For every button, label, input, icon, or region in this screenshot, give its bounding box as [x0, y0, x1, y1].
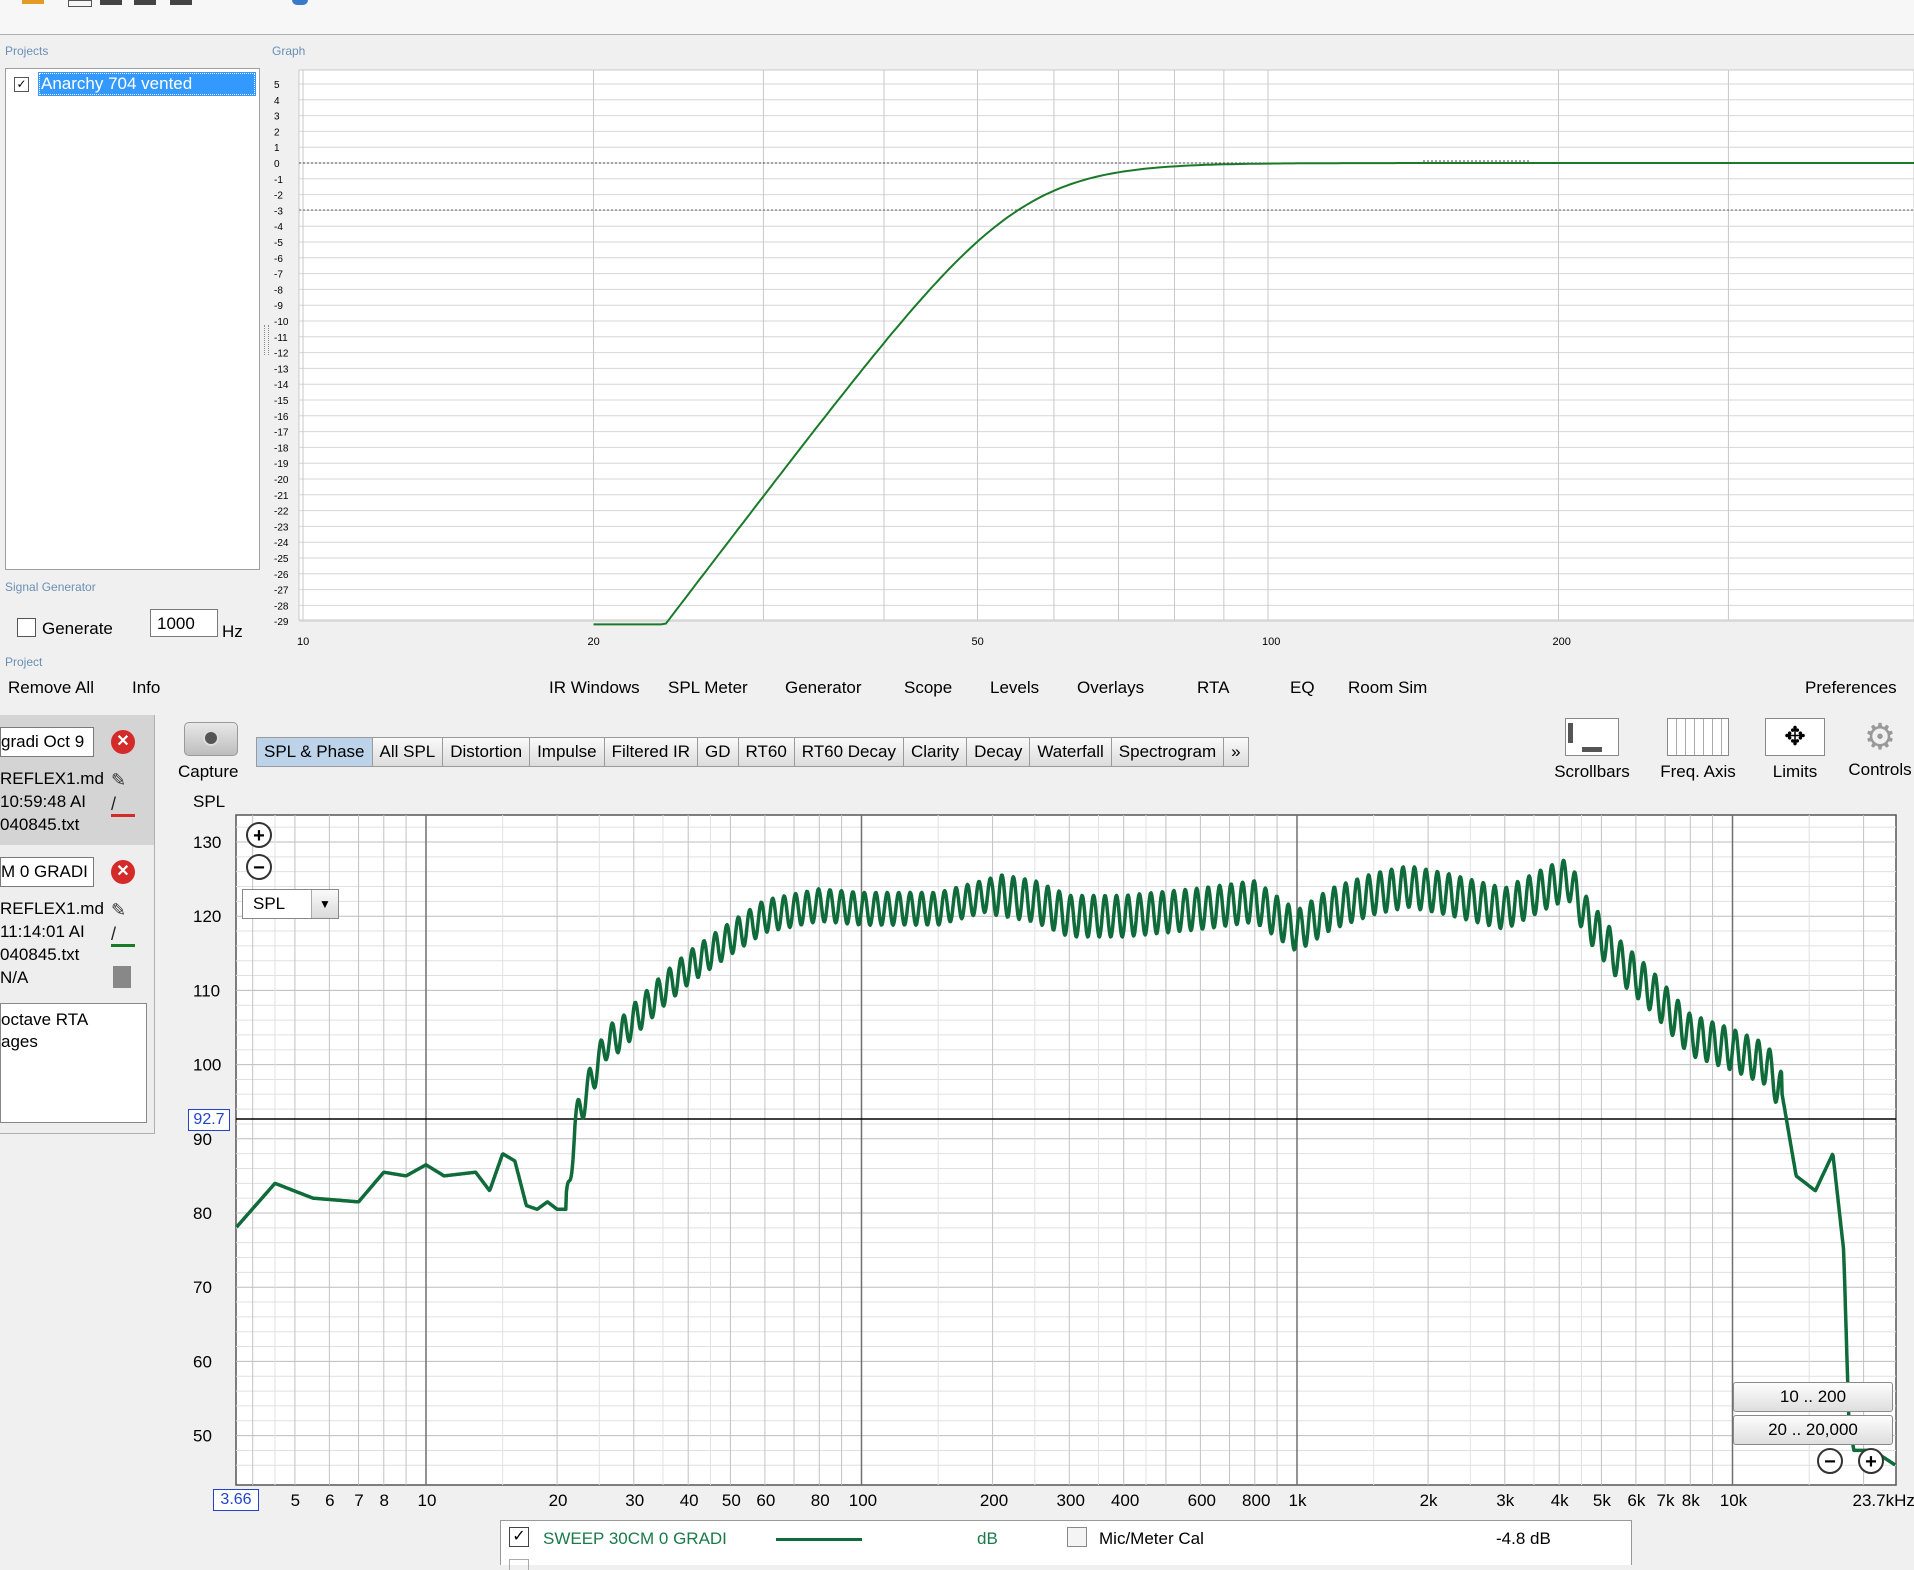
x-tick-label: 30: [625, 1491, 644, 1510]
x-tick-label: 1k: [1289, 1491, 1307, 1510]
y-tick-label: 130: [193, 833, 221, 852]
x-tick-label: 8: [380, 1491, 389, 1510]
spl-graph[interactable]: 130 120 110 100 90 80 70 60 50 5 6 78 10 20 30 40 50 60 8…: [0, 0, 1914, 1564]
spl-plot-background: [236, 815, 1896, 1485]
cursor-readout-y: 92.7: [188, 1109, 230, 1131]
spl-y-ticks: 130 120 110 100 90 80 70 60 50: [193, 833, 221, 1446]
spl-x-ticks: 5 6 78 10 20 30 40 50 60 80 100 200 300 400 600 800 1k 2k…: [291, 1491, 1914, 1510]
x-tick-label: 10: [418, 1491, 437, 1510]
zoom-in-x-icon[interactable]: +: [1858, 1448, 1884, 1474]
x-tick-label: 3k: [1496, 1491, 1514, 1510]
zoom-in-y-icon[interactable]: +: [246, 822, 272, 848]
x-tick-label: 8k: [1682, 1491, 1700, 1510]
x-tick-label: 5: [291, 1491, 300, 1510]
x-tick-label: 50: [722, 1491, 741, 1510]
trace-name: SWEEP 30CM 0 GRADI: [543, 1529, 727, 1549]
trace-checkbox[interactable]: ✓: [509, 1527, 529, 1547]
cursor-readout-x: 3.66: [213, 1489, 259, 1511]
x-tick-label: 60: [756, 1491, 775, 1510]
spl-type-value: SPL: [253, 894, 285, 914]
x-tick-label: 40: [680, 1491, 699, 1510]
y-tick-label: 60: [193, 1352, 212, 1371]
next-trace-checkbox[interactable]: [509, 1559, 529, 1570]
x-tick-label: 200: [980, 1491, 1008, 1510]
y-tick-label: 110: [193, 981, 220, 1000]
zoom-out-y-icon[interactable]: −: [246, 854, 272, 880]
x-tick-label: 600: [1188, 1491, 1216, 1510]
range-10-200-button[interactable]: 10 .. 200: [1733, 1382, 1893, 1412]
trace-unit: dB: [977, 1529, 998, 1549]
zoom-out-x-icon[interactable]: −: [1817, 1448, 1843, 1474]
range-20-20000-button[interactable]: 20 .. 20,000: [1733, 1415, 1893, 1445]
y-tick-label: 70: [193, 1278, 212, 1297]
x-tick-label: 2k: [1420, 1491, 1438, 1510]
x-tick-label: 80: [811, 1491, 830, 1510]
y-tick-label: 50: [193, 1427, 212, 1446]
y-tick-label: 100: [193, 1056, 221, 1075]
x-tick-label: 300: [1057, 1491, 1085, 1510]
y-tick-label: 80: [193, 1204, 212, 1223]
trace-line-sample: [776, 1538, 862, 1541]
x-tick-label: 4k: [1551, 1491, 1569, 1510]
spl-type-dropdown[interactable]: SPL ▼: [242, 889, 339, 919]
x-tick-label: 5k: [1593, 1491, 1611, 1510]
mic-cal-checkbox[interactable]: [1067, 1527, 1087, 1547]
x-tick-label: 800: [1242, 1491, 1270, 1510]
x-tick-label: 400: [1111, 1491, 1139, 1510]
chevron-down-icon: ▼: [311, 890, 338, 918]
x-tick-label: 20: [549, 1491, 568, 1510]
x-tick-label: 7: [354, 1491, 363, 1510]
mic-cal-label: Mic/Meter Cal: [1099, 1529, 1204, 1549]
trace-offset: -4.8 dB: [1496, 1529, 1551, 1549]
y-tick-label: 120: [193, 907, 221, 926]
x-tick-label: 10k: [1720, 1491, 1748, 1510]
x-tick-label: 6: [325, 1491, 334, 1510]
x-tick-label: 23.7kHz: [1853, 1491, 1914, 1510]
x-tick-label: 6k: [1627, 1491, 1645, 1510]
legend-panel: ✓ SWEEP 30CM 0 GRADI dB Mic/Meter Cal -4…: [500, 1520, 1632, 1565]
x-tick-label: 100: [849, 1491, 877, 1510]
y-tick-label: 90: [193, 1130, 212, 1149]
x-tick-label: 7k: [1657, 1491, 1675, 1510]
